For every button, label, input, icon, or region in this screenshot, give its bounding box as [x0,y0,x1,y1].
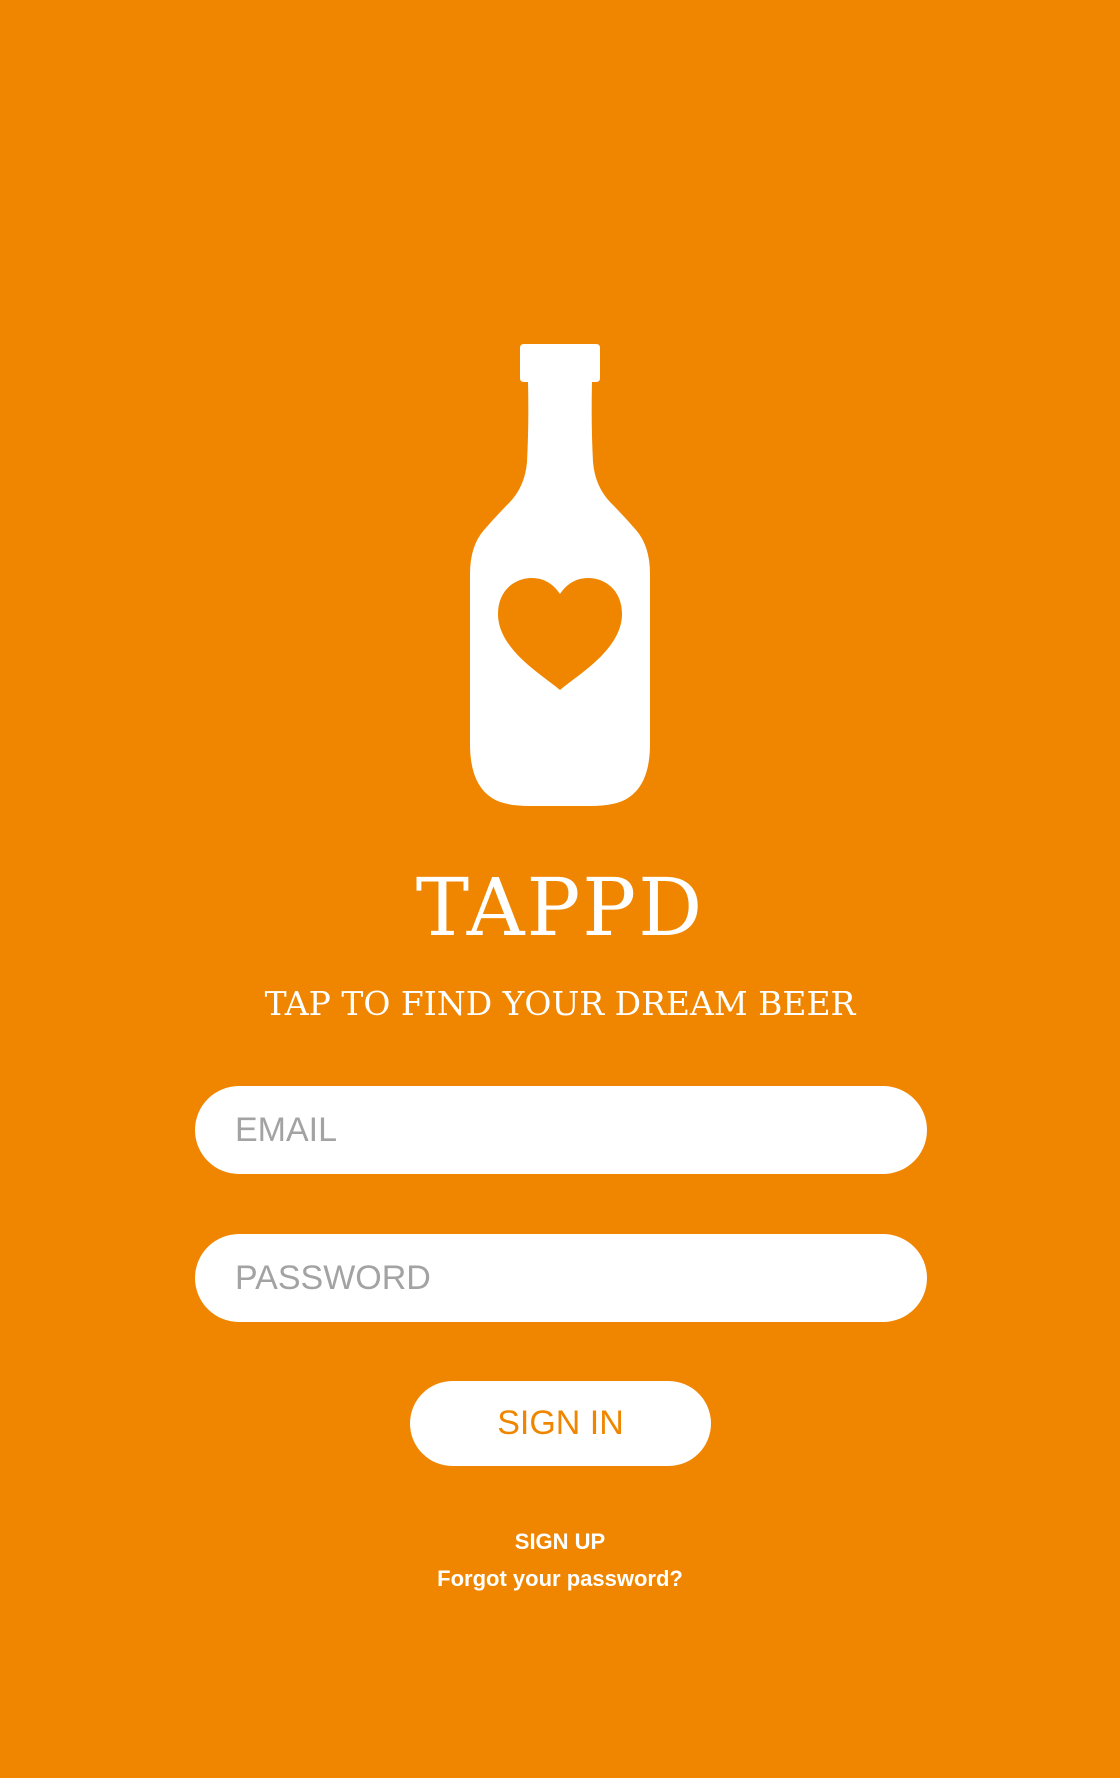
app-tagline: TAP TO FIND YOUR DREAM BEER [264,984,856,1023]
beer-bottle-heart-icon [470,344,650,808]
forgot-password-link[interactable]: Forgot your password? [437,1566,683,1591]
password-input[interactable] [195,1234,927,1322]
email-input[interactable] [195,1086,927,1174]
login-screen: TAPPD TAP TO FIND YOUR DREAM BEER SIGN I… [0,0,1120,1778]
sign-up-link[interactable]: SIGN UP [515,1529,605,1554]
sign-in-button[interactable]: SIGN IN [410,1381,711,1466]
sign-up-link-row: SIGN UP [0,1527,1120,1557]
forgot-password-link-row: Forgot your password? [0,1564,1120,1594]
app-title: TAPPD [415,861,705,954]
